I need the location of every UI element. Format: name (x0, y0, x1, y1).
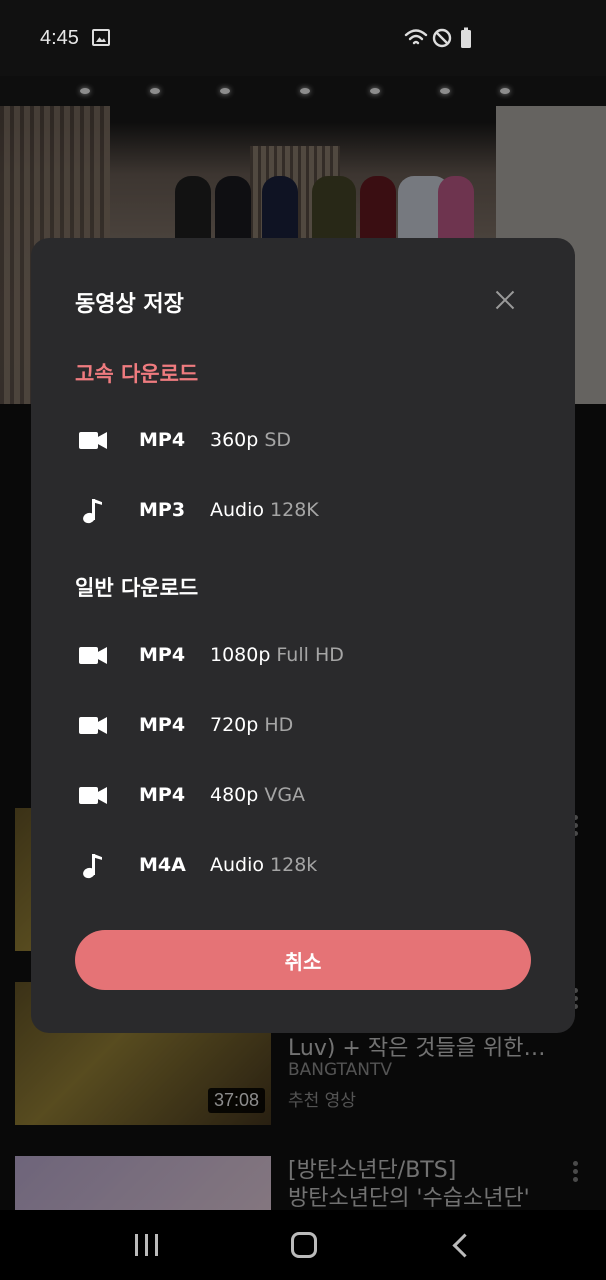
format-label: M4A (139, 854, 186, 876)
do-not-disturb-icon (432, 28, 452, 48)
navigation-bar (0, 1210, 606, 1280)
dialog-title: 동영상 저장 (75, 292, 184, 317)
music-note-icon (79, 499, 109, 525)
video-camera-icon (79, 429, 109, 453)
download-option-mp4-480p[interactable]: MP4 480p VGA (31, 766, 575, 826)
save-video-dialog: 동영상 저장 고속 다운로드 MP4 360p SD MP3 Audio 128K … (31, 238, 575, 1033)
normal-download-heading: 일반 다운로드 (75, 576, 199, 600)
quality-label: 1080p Full HD (210, 644, 344, 666)
wifi-icon (404, 29, 428, 45)
video-camera-icon (79, 644, 109, 668)
download-option-m4a-audio[interactable]: M4A Audio 128k (31, 836, 575, 896)
video-camera-icon (79, 714, 109, 738)
quality-label: 480p VGA (210, 784, 306, 806)
quality-label: 360p SD (210, 429, 292, 451)
back-icon[interactable] (452, 1234, 468, 1256)
quality-label: 720p HD (210, 714, 294, 736)
home-icon[interactable] (291, 1232, 317, 1258)
recent-apps-icon[interactable] (135, 1234, 159, 1256)
quality-label: Audio 128k (210, 854, 318, 876)
gallery-notification-icon (92, 29, 110, 46)
format-label: MP4 (139, 644, 186, 666)
download-option-mp3-audio[interactable]: MP3 Audio 128K (31, 481, 575, 541)
status-icons (404, 27, 471, 48)
quality-label: Audio 128K (210, 499, 319, 521)
format-label: MP4 (139, 784, 186, 806)
status-bar: 4:45 (0, 0, 606, 76)
format-label: MP3 (139, 499, 186, 521)
download-option-mp4-1080p[interactable]: MP4 1080p Full HD (31, 626, 575, 686)
download-option-mp4-720p[interactable]: MP4 720p HD (31, 696, 575, 756)
format-label: MP4 (139, 714, 186, 736)
download-option-mp4-360p[interactable]: MP4 360p SD (31, 411, 575, 471)
video-camera-icon (79, 784, 109, 808)
status-time: 4:45 (40, 27, 79, 49)
music-note-icon (79, 854, 109, 880)
close-icon[interactable] (493, 288, 517, 312)
format-label: MP4 (139, 429, 186, 451)
fast-download-heading: 고속 다운로드 (75, 362, 199, 386)
cancel-button[interactable]: 취소 (75, 930, 531, 990)
battery-icon (461, 27, 471, 48)
